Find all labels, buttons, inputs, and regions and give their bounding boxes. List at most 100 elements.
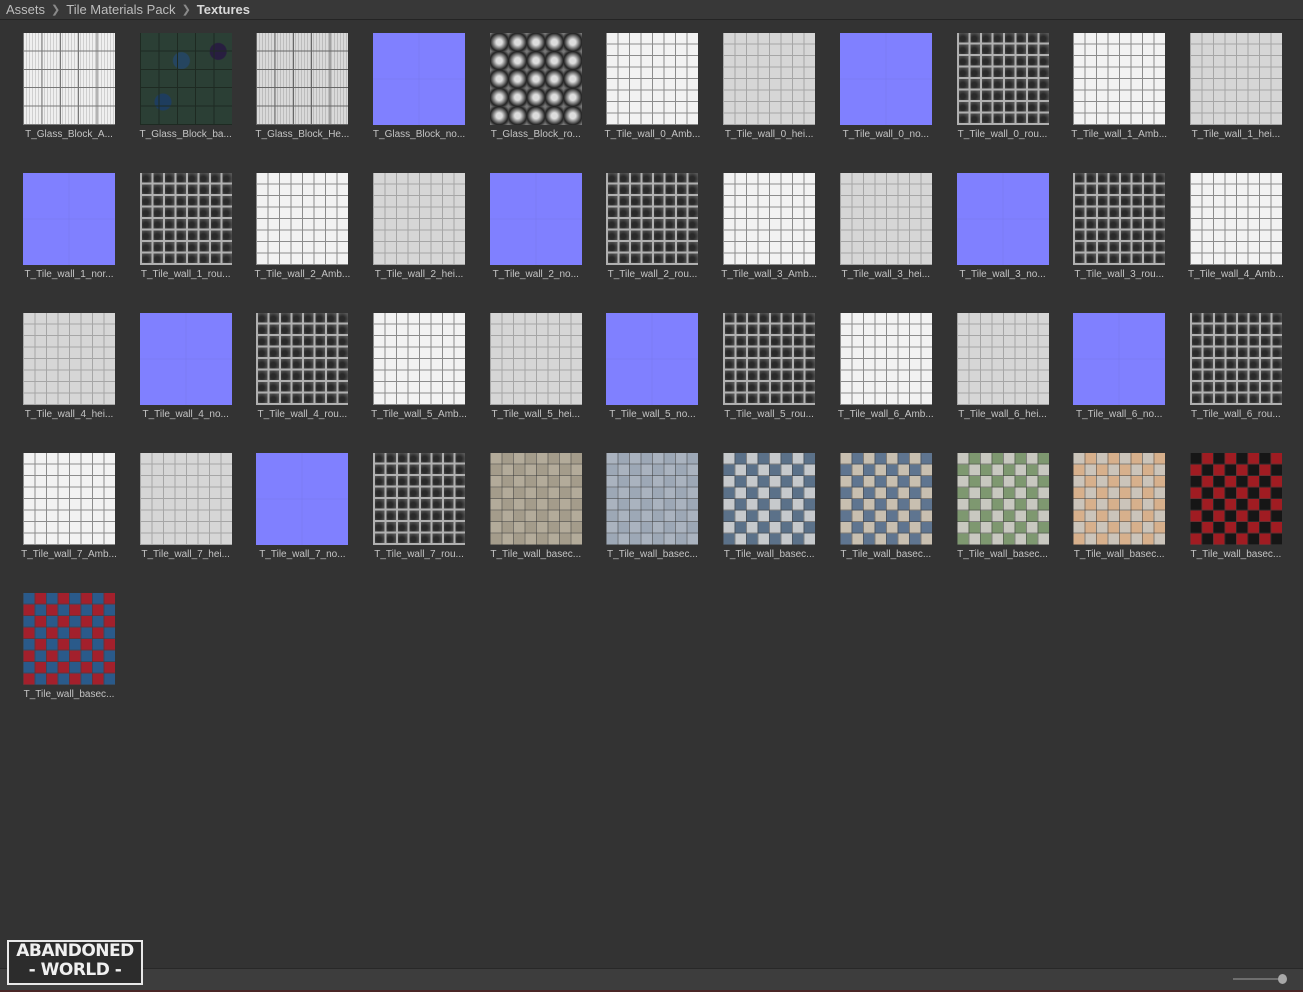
- asset-label: T_Tile_wall_7_no...: [259, 549, 346, 560]
- chevron-right-icon: ❯: [181, 3, 191, 16]
- asset-item[interactable]: T_Tile_wall_basec...: [606, 453, 699, 560]
- asset-label: T_Tile_wall_2_rou...: [607, 269, 698, 280]
- asset-label: T_Tile_wall_3_Amb...: [721, 269, 818, 280]
- texture-thumbnail: [956, 313, 1049, 405]
- texture-thumbnail: [723, 33, 816, 125]
- asset-label: T_Tile_wall_0_Amb...: [604, 129, 701, 140]
- texture-thumbnail: [256, 173, 349, 265]
- icon-size-slider-handle[interactable]: [1278, 974, 1287, 984]
- texture-thumbnail: [23, 33, 115, 125]
- asset-item[interactable]: T_Glass_Block_He...: [255, 33, 349, 140]
- asset-item[interactable]: T_Tile_wall_4_hei...: [23, 313, 115, 420]
- asset-item[interactable]: T_Tile_wall_6_rou...: [1189, 313, 1282, 420]
- asset-item[interactable]: T_Tile_wall_2_rou...: [606, 173, 699, 280]
- texture-thumbnail: [139, 173, 232, 265]
- asset-item[interactable]: T_Tile_wall_basec...: [723, 453, 816, 560]
- texture-thumbnail: [839, 33, 932, 125]
- texture-thumbnail: [23, 313, 115, 405]
- asset-item[interactable]: T_Tile_wall_5_rou...: [723, 313, 816, 420]
- texture-thumbnail: [256, 453, 349, 545]
- asset-item[interactable]: T_Tile_wall_1_hei...: [1189, 33, 1282, 140]
- asset-item[interactable]: T_Tile_wall_2_Amb...: [254, 173, 350, 280]
- asset-item[interactable]: T_Tile_wall_3_rou...: [1073, 173, 1166, 280]
- asset-label: T_Glass_Block_ba...: [139, 129, 232, 140]
- texture-thumbnail: [839, 313, 932, 405]
- texture-thumbnail: [1073, 173, 1166, 265]
- asset-item[interactable]: T_Tile_wall_basec...: [1189, 453, 1282, 560]
- asset-item[interactable]: T_Tile_wall_3_no...: [956, 173, 1049, 280]
- asset-label: T_Tile_wall_6_Amb...: [837, 409, 934, 420]
- texture-thumbnail: [606, 33, 699, 125]
- asset-item[interactable]: T_Tile_wall_basec...: [23, 593, 115, 700]
- asset-item[interactable]: T_Tile_wall_4_no...: [139, 313, 232, 420]
- asset-label: T_Tile_wall_basec...: [1190, 549, 1282, 560]
- asset-item[interactable]: T_Tile_wall_2_hei...: [373, 173, 466, 280]
- breadcrumb-textures[interactable]: Textures: [197, 0, 250, 20]
- asset-item[interactable]: T_Tile_wall_6_Amb...: [838, 313, 934, 420]
- asset-label: T_Tile_wall_4_no...: [142, 409, 229, 420]
- asset-item[interactable]: T_Tile_wall_5_Amb...: [371, 313, 467, 420]
- asset-item[interactable]: T_Tile_wall_3_Amb...: [721, 173, 817, 280]
- asset-item[interactable]: T_Glass_Block_no...: [373, 33, 465, 140]
- asset-item[interactable]: T_Tile_wall_7_no...: [256, 453, 349, 560]
- texture-thumbnail: [723, 173, 816, 265]
- asset-label: T_Tile_wall_basec...: [490, 549, 582, 560]
- texture-thumbnail: [606, 453, 699, 545]
- texture-thumbnail: [839, 173, 932, 265]
- asset-item[interactable]: T_Glass_Block_ba...: [140, 33, 232, 140]
- asset-label: T_Tile_wall_basec...: [840, 549, 932, 560]
- asset-label: T_Tile_wall_2_hei...: [374, 269, 464, 280]
- asset-label: T_Tile_wall_basec...: [1073, 549, 1165, 560]
- asset-label: T_Tile_wall_basec...: [957, 549, 1048, 560]
- asset-item[interactable]: T_Tile_wall_basec...: [1073, 453, 1166, 560]
- texture-thumbnail: [606, 173, 699, 265]
- asset-item[interactable]: T_Tile_wall_5_hei...: [489, 313, 582, 420]
- asset-item[interactable]: T_Tile_wall_6_hei...: [956, 313, 1049, 420]
- texture-thumbnail: [139, 453, 232, 545]
- asset-label: T_Tile_wall_6_no...: [1076, 409, 1163, 420]
- asset-item[interactable]: T_Tile_wall_5_no...: [606, 313, 699, 420]
- texture-thumbnail: [1189, 173, 1282, 265]
- asset-item[interactable]: T_Tile_wall_basec...: [489, 453, 582, 560]
- asset-label: T_Tile_wall_7_rou...: [374, 549, 464, 560]
- asset-item[interactable]: T_Tile_wall_1_rou...: [139, 173, 232, 280]
- asset-item[interactable]: T_Tile_wall_0_rou...: [956, 33, 1049, 140]
- asset-label: T_Tile_wall_5_no...: [609, 409, 696, 420]
- asset-item[interactable]: T_Tile_wall_0_Amb...: [605, 33, 700, 140]
- asset-item[interactable]: T_Tile_wall_6_no...: [1073, 313, 1166, 420]
- breadcrumb-assets[interactable]: Assets: [6, 0, 45, 20]
- texture-thumbnail: [956, 33, 1049, 125]
- asset-item[interactable]: T_Tile_wall_4_Amb...: [1188, 173, 1284, 280]
- asset-item[interactable]: T_Tile_wall_0_no...: [839, 33, 932, 140]
- asset-item[interactable]: T_Tile_wall_basec...: [956, 453, 1049, 560]
- asset-item[interactable]: T_Tile_wall_1_Amb...: [1071, 33, 1167, 140]
- logo-line1: ABANDONED: [16, 941, 134, 961]
- asset-item[interactable]: T_Tile_wall_3_hei...: [839, 173, 932, 280]
- asset-item[interactable]: T_Tile_wall_7_rou...: [373, 453, 466, 560]
- asset-label: T_Tile_wall_0_no...: [842, 129, 929, 140]
- asset-item[interactable]: T_Tile_wall_2_no...: [489, 173, 582, 280]
- breadcrumb-tile-materials-pack[interactable]: Tile Materials Pack: [66, 0, 175, 20]
- asset-item[interactable]: T_Glass_Block_ro...: [489, 33, 582, 140]
- icon-size-slider[interactable]: [1233, 978, 1283, 980]
- asset-label: T_Tile_wall_5_rou...: [724, 409, 814, 420]
- asset-label: T_Tile_wall_4_Amb...: [1187, 269, 1284, 280]
- asset-item[interactable]: T_Tile_wall_1_nor...: [23, 173, 115, 280]
- texture-thumbnail: [723, 453, 816, 545]
- breadcrumb: Assets ❯ Tile Materials Pack ❯ Textures: [0, 0, 1303, 20]
- asset-item[interactable]: T_Tile_wall_7_hei...: [139, 453, 232, 560]
- asset-item[interactable]: T_Tile_wall_4_rou...: [256, 313, 349, 420]
- abandoned-world-logo: ABANDONED - WORLD -: [7, 940, 143, 985]
- asset-label: T_Tile_wall_5_Amb...: [371, 409, 467, 420]
- asset-label: T_Tile_wall_basec...: [723, 549, 815, 560]
- asset-item[interactable]: T_Glass_Block_A...: [23, 33, 115, 140]
- asset-item[interactable]: T_Tile_wall_basec...: [839, 453, 932, 560]
- texture-thumbnail: [1189, 313, 1282, 405]
- texture-thumbnail: [256, 33, 349, 125]
- asset-item[interactable]: T_Tile_wall_0_hei...: [723, 33, 816, 140]
- asset-item[interactable]: T_Tile_wall_7_Amb...: [21, 453, 117, 560]
- asset-label: T_Tile_wall_2_Amb...: [254, 269, 351, 280]
- asset-label: T_Tile_wall_1_hei...: [1191, 129, 1281, 140]
- texture-thumbnail: [723, 313, 816, 405]
- texture-thumbnail: [1073, 33, 1166, 125]
